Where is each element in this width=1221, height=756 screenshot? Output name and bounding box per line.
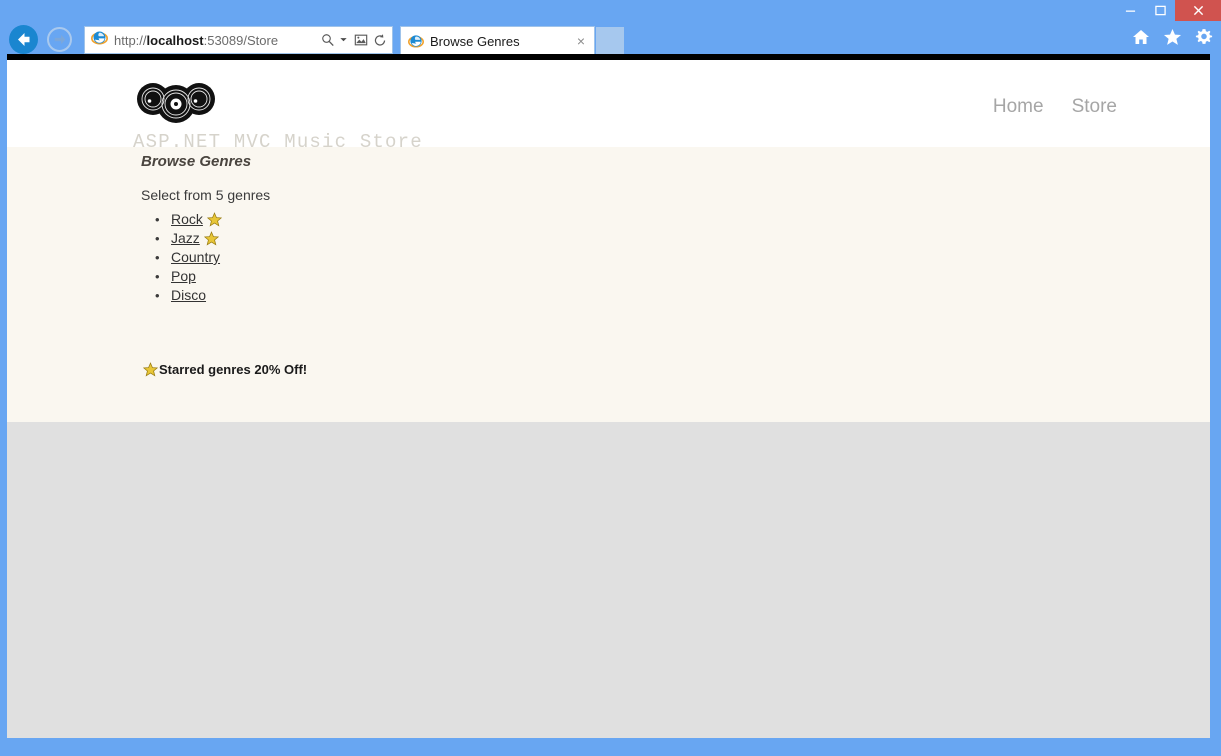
list-item: Country [155, 248, 222, 267]
tab-title: Browse Genres [430, 33, 520, 49]
back-button[interactable] [9, 25, 38, 54]
window-controls [1115, 0, 1221, 21]
address-bar[interactable]: http://localhost:53089/Store [84, 26, 393, 54]
compatibility-view-icon[interactable] [354, 33, 368, 47]
star-icon [203, 231, 220, 246]
promo-note: Starred genres 20% Off! [142, 362, 308, 377]
search-icon[interactable] [321, 33, 335, 47]
genre-link-jazz[interactable]: Jazz [171, 230, 200, 246]
nav-link-home[interactable]: Home [993, 96, 1044, 118]
chevron-down-icon[interactable] [339, 31, 348, 49]
star-icon [206, 212, 223, 227]
list-item: Jazz [155, 229, 222, 248]
genre-link-disco[interactable]: Disco [171, 287, 206, 303]
browser-window: http://localhost:53089/Store Browse Genr… [0, 0, 1221, 756]
url-text: http://localhost:53089/Store [114, 32, 279, 48]
settings-gear-icon[interactable] [1195, 28, 1213, 46]
main-content: Browse Genres Select from 5 genres Rock J… [7, 147, 1210, 422]
genre-link-country[interactable]: Country [171, 249, 220, 265]
tab-browse-genres[interactable]: Browse Genres × [400, 26, 595, 55]
home-icon[interactable] [1132, 28, 1150, 46]
site-nav: Home Store [993, 96, 1117, 118]
command-bar [1132, 28, 1213, 46]
vinyl-records-icon [137, 83, 215, 123]
page-background-fill [7, 422, 1210, 738]
list-item: Pop [155, 267, 222, 286]
close-window-button[interactable] [1175, 0, 1221, 21]
page-title: Browse Genres [141, 153, 252, 170]
nav-link-store[interactable]: Store [1072, 96, 1117, 118]
forward-button[interactable] [47, 27, 72, 52]
genre-list: Rock Jazz Country Pop Disco [141, 210, 223, 305]
maximize-button[interactable] [1145, 0, 1175, 21]
ie-logo-icon [91, 29, 108, 51]
star-icon [142, 362, 159, 377]
maximize-icon [1154, 5, 1166, 16]
browser-titlebar: http://localhost:53089/Store Browse Genr… [0, 0, 1221, 55]
minimize-button[interactable] [1115, 0, 1145, 21]
back-arrow-icon [18, 33, 30, 46]
tab-favicon-icon [408, 33, 424, 49]
minimize-icon [1125, 10, 1135, 12]
genre-link-pop[interactable]: Pop [171, 268, 196, 284]
forward-arrow-icon [54, 34, 66, 45]
list-item: Rock [155, 210, 223, 229]
page-viewport: ASP.NET MVC Music Store Home Store Brows… [7, 54, 1210, 738]
site-header: ASP.NET MVC Music Store Home Store [7, 60, 1210, 153]
close-icon [1193, 5, 1203, 16]
new-tab-button[interactable] [596, 27, 624, 55]
tab-close-icon[interactable]: × [577, 34, 585, 48]
refresh-icon[interactable] [373, 33, 387, 48]
genre-count-text: Select from 5 genres [141, 187, 271, 203]
list-item: Disco [155, 286, 222, 305]
favorites-star-icon[interactable] [1163, 28, 1182, 46]
site-logo[interactable]: ASP.NET MVC Music Store [133, 82, 423, 153]
genre-link-rock[interactable]: Rock [171, 211, 203, 227]
promo-text: Starred genres 20% Off! [159, 362, 308, 377]
